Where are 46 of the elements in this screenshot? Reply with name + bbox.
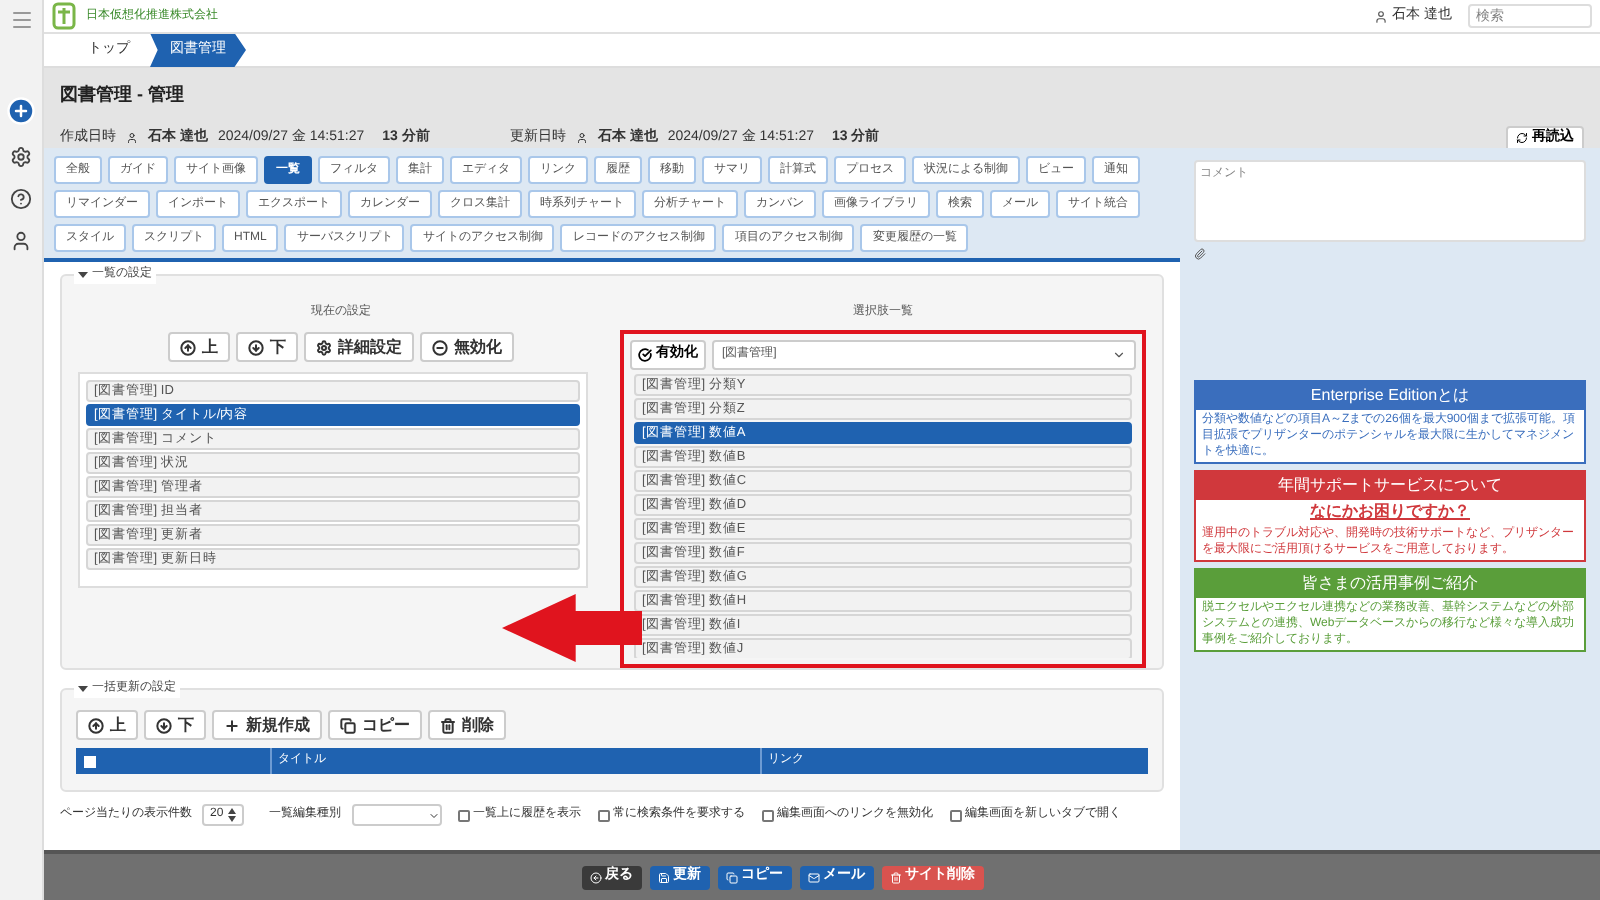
user-icon bbox=[126, 132, 138, 144]
toolbar-button[interactable]: 上 bbox=[168, 332, 230, 362]
help-icon[interactable] bbox=[10, 188, 32, 210]
user-icon bbox=[575, 132, 588, 144]
toolbar-button[interactable]: コピー bbox=[328, 710, 422, 740]
toolbar-button[interactable]: 削除 bbox=[428, 710, 506, 740]
promo-subtitle: なにかお困りですか？ bbox=[1308, 500, 1472, 524]
promo-title: Enterprise Editionとは bbox=[1196, 382, 1584, 410]
checkbox[interactable] bbox=[457, 809, 470, 821]
save-icon bbox=[657, 871, 669, 883]
trash-icon bbox=[440, 717, 456, 733]
add-icon[interactable] bbox=[6, 96, 36, 126]
toolbar-button[interactable]: 下 bbox=[236, 332, 298, 362]
checkbox[interactable] bbox=[949, 809, 962, 821]
menu-icon[interactable] bbox=[9, 8, 33, 32]
caret-icon[interactable] bbox=[78, 270, 88, 280]
toolbar-button[interactable]: 詳細設定 bbox=[304, 332, 414, 362]
copy-icon bbox=[340, 717, 356, 733]
mail-icon bbox=[807, 871, 819, 883]
check-icon bbox=[638, 348, 652, 362]
toolbar-button[interactable]: 下 bbox=[144, 710, 206, 740]
promo-title: 皆さまの活用事例ご紹介 bbox=[1196, 570, 1584, 598]
checkbox[interactable] bbox=[597, 809, 610, 821]
left-arrow-icon bbox=[589, 871, 601, 883]
reload-icon bbox=[1516, 132, 1528, 144]
attachment-icon[interactable] bbox=[1194, 248, 1206, 260]
settings-icon[interactable] bbox=[10, 146, 32, 168]
user-icon bbox=[1374, 9, 1389, 23]
page-title: 図書管理 - 管理 bbox=[60, 82, 186, 108]
user-icon[interactable] bbox=[10, 230, 32, 252]
toolbar-button[interactable]: 新規作成 bbox=[212, 710, 322, 740]
minus-icon bbox=[432, 339, 448, 355]
toolbar-button[interactable]: 無効化 bbox=[420, 332, 514, 362]
logo-icon bbox=[52, 2, 76, 30]
plus-icon bbox=[224, 717, 240, 733]
toolbar-button[interactable]: 上 bbox=[76, 710, 138, 740]
promo-title: 年間サポートサービスについて bbox=[1196, 472, 1584, 500]
caret-icon[interactable] bbox=[78, 684, 88, 694]
trash-icon bbox=[889, 871, 901, 883]
chevron-down-icon bbox=[1112, 348, 1126, 362]
gear-icon bbox=[316, 339, 332, 355]
copy-icon bbox=[725, 871, 737, 883]
checkbox[interactable] bbox=[761, 809, 774, 821]
select-all-checkbox[interactable] bbox=[84, 755, 96, 767]
chevron-down-icon bbox=[427, 809, 440, 821]
spinner-arrows-icon[interactable] bbox=[227, 808, 236, 822]
